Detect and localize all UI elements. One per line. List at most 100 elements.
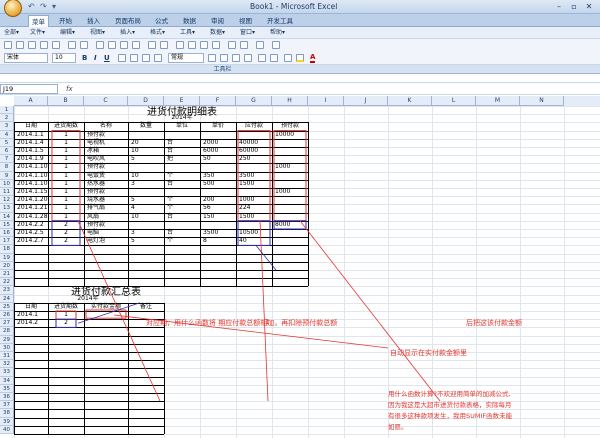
menu-help[interactable]: 帮助▾ [270, 28, 285, 38]
row-header[interactable]: 1 [0, 106, 14, 115]
row-header[interactable]: 2 [0, 114, 14, 123]
row-header[interactable]: 24 [0, 294, 14, 303]
sort-descending-icon[interactable] [212, 41, 220, 49]
row-header[interactable]: 11 [0, 188, 14, 197]
row-header[interactable]: 33 [0, 368, 14, 377]
merge-center-icon[interactable] [154, 54, 162, 62]
drawing-icon[interactable] [240, 41, 248, 49]
column-header[interactable]: J [344, 96, 388, 106]
undo-icon[interactable]: ↶ [28, 2, 35, 12]
percent-icon[interactable] [208, 54, 216, 62]
row-header[interactable]: 20 [0, 261, 14, 270]
row-header[interactable]: 12 [0, 196, 14, 205]
column-header[interactable]: M [476, 96, 520, 106]
column-header[interactable]: C [84, 96, 128, 106]
row-header[interactable]: 22 [0, 278, 14, 287]
tab-data[interactable]: 数据 [180, 15, 199, 27]
column-header[interactable]: H [272, 96, 308, 106]
tab-formulas[interactable]: 公式 [152, 15, 171, 27]
increase-indent-icon[interactable] [270, 54, 278, 62]
row-header[interactable]: 39 [0, 417, 14, 426]
fill-color-icon[interactable] [296, 54, 304, 62]
align-right-icon[interactable] [142, 54, 150, 62]
autosum-icon[interactable] [188, 41, 196, 49]
row-header[interactable]: 36 [0, 393, 14, 402]
row-header[interactable]: 27 [0, 319, 14, 328]
row-header[interactable]: 34 [0, 376, 14, 385]
menu-view[interactable]: 视图▾ [90, 28, 105, 38]
row-header[interactable]: 30 [0, 343, 14, 352]
row-header[interactable]: 28 [0, 327, 14, 336]
bold-icon[interactable]: B [82, 53, 87, 63]
undo-toolbar-icon[interactable] [148, 41, 156, 49]
row-header[interactable]: 19 [0, 253, 14, 262]
close-button[interactable]: ✕ [582, 2, 596, 12]
row-header[interactable]: 5 [0, 138, 14, 147]
row-header[interactable]: 23 [0, 286, 14, 295]
row-header[interactable]: 18 [0, 245, 14, 254]
row-header[interactable]: 3 [0, 122, 14, 131]
tab-review[interactable]: 审阅 [208, 15, 227, 27]
column-header[interactable]: K [388, 96, 432, 106]
chart-icon[interactable] [228, 41, 236, 49]
column-header[interactable]: B [48, 96, 84, 106]
format-painter-icon[interactable] [132, 41, 140, 49]
number-format-select[interactable]: 常规 [168, 53, 204, 63]
cut-icon[interactable] [96, 41, 104, 49]
column-header[interactable]: G [236, 96, 272, 106]
menu-tools[interactable]: 工具▾ [180, 28, 195, 38]
menu-all[interactable]: 全部▾ [4, 28, 19, 38]
tab-page-layout[interactable]: 页面布局 [112, 15, 144, 27]
column-header[interactable]: L [432, 96, 476, 106]
print-icon[interactable] [40, 41, 48, 49]
row-header[interactable]: 17 [0, 237, 14, 246]
menu-insert[interactable]: 插入▾ [120, 28, 135, 38]
tab-view[interactable]: 视图 [236, 15, 255, 27]
row-header[interactable]: 13 [0, 204, 14, 213]
name-box[interactable]: J19 [0, 84, 58, 94]
menu-edit[interactable]: 编辑▾ [60, 28, 75, 38]
menu-format[interactable]: 格式▾ [150, 28, 165, 38]
decrease-decimal-icon[interactable] [244, 54, 252, 62]
hyperlink-icon[interactable] [176, 41, 184, 49]
redo-icon[interactable]: ↷ [40, 2, 47, 12]
column-header[interactable]: E [164, 96, 200, 106]
help-icon[interactable] [272, 41, 280, 49]
print-preview-icon[interactable] [52, 41, 60, 49]
increase-decimal-icon[interactable] [232, 54, 240, 62]
save-icon[interactable] [28, 41, 36, 49]
minimize-button[interactable]: – [552, 2, 566, 12]
row-header[interactable]: 16 [0, 229, 14, 238]
column-header[interactable]: I [308, 96, 344, 106]
font-color-icon[interactable]: A [310, 53, 316, 63]
row-header[interactable]: 26 [0, 311, 14, 320]
row-header[interactable]: 37 [0, 401, 14, 410]
align-center-icon[interactable] [130, 54, 138, 62]
row-header[interactable]: 15 [0, 220, 14, 229]
copy-icon[interactable] [108, 41, 116, 49]
zoom-icon[interactable] [256, 41, 264, 49]
cell-grid[interactable]: 进货付款明细表 2014年 日期 进货期数 名称 数量 单位 单价 应付款 预付款 2014.1.1… [14, 106, 600, 438]
row-header[interactable]: 6 [0, 147, 14, 156]
column-header[interactable]: A [14, 96, 48, 106]
sort-ascending-icon[interactable] [200, 41, 208, 49]
row-header[interactable]: 29 [0, 335, 14, 344]
row-header[interactable]: 25 [0, 302, 14, 311]
menu-file[interactable]: 文件▾ [30, 28, 45, 38]
column-header[interactable]: N [520, 96, 564, 106]
restore-button[interactable]: ▫ [567, 2, 581, 12]
row-header[interactable]: 38 [0, 409, 14, 418]
decrease-indent-icon[interactable] [258, 54, 266, 62]
row-header[interactable]: 14 [0, 212, 14, 221]
font-size-select[interactable]: 10 [52, 53, 76, 63]
row-header[interactable]: 35 [0, 384, 14, 393]
row-header[interactable]: 10 [0, 179, 14, 188]
paste-icon[interactable] [120, 41, 128, 49]
redo-toolbar-icon[interactable] [160, 41, 168, 49]
row-header[interactable]: 8 [0, 163, 14, 172]
row-header[interactable]: 21 [0, 270, 14, 279]
italic-icon[interactable]: I [94, 53, 97, 63]
row-header[interactable]: 9 [0, 171, 14, 180]
tab-home[interactable]: 开始 [56, 15, 75, 27]
row-header[interactable]: 32 [0, 360, 14, 369]
